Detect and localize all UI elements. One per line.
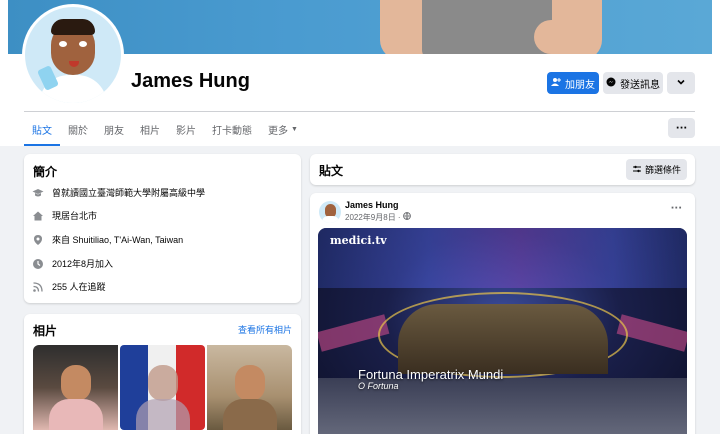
profile-tabs: 貼文 關於 朋友 相片 影片 打卡動態 更多 ▼ xyxy=(24,112,306,146)
intro-hometown: 來自 Shuitiliao, T'Ai-Wan, Taiwan xyxy=(32,233,183,246)
intro-hometown-text: 來自 Shuitiliao, T'Ai-Wan, Taiwan xyxy=(52,235,184,245)
post-date-text: 2022年9月8日 · xyxy=(345,213,403,222)
posts-header-card: 貼文 篩選條件 xyxy=(310,154,695,185)
ellipsis-icon: ··· xyxy=(670,203,682,214)
intro-followers-text: 255 人在追蹤 xyxy=(52,282,106,292)
post-options-button[interactable]: ··· xyxy=(671,203,682,214)
tab-more[interactable]: 更多 ▼ xyxy=(260,112,306,146)
photo-thumbnail[interactable] xyxy=(120,345,205,430)
education-icon xyxy=(32,187,44,199)
tab-friends[interactable]: 朋友 xyxy=(96,112,132,146)
add-user-icon xyxy=(551,77,561,90)
post-date[interactable]: 2022年9月8日 · xyxy=(345,212,411,223)
photos-card: 相片 查看所有相片 xyxy=(24,314,301,434)
media-title: Fortuna Imperatrix Mundi xyxy=(358,367,504,382)
add-friend-button[interactable]: 加朋友 xyxy=(547,72,599,94)
filter-label: 篩選條件 xyxy=(644,165,681,175)
chevron-down-icon xyxy=(676,77,686,90)
tab-checkins[interactable]: 打卡動態 xyxy=(204,112,260,146)
intro-joined-text: 2012年8月加入 xyxy=(52,259,114,269)
caret-down-icon: ▼ xyxy=(291,125,298,133)
profile-avatar[interactable] xyxy=(22,4,124,106)
home-icon xyxy=(32,210,44,222)
clock-icon xyxy=(32,258,44,270)
intro-card: 簡介 曾就讀國立臺灣師範大學附屬高級中學 現居台北市 來自 Shuitiliao… xyxy=(24,154,301,303)
intro-current-city: 現居台北市 xyxy=(32,209,97,222)
intro-education-text: 曾就讀國立臺灣師範大學附屬高級中學 xyxy=(52,188,206,198)
profile-dropdown-button[interactable] xyxy=(667,72,695,94)
filter-button[interactable]: 篩選條件 xyxy=(626,159,687,180)
profile-name: James Hung xyxy=(131,70,250,92)
tab-photos[interactable]: 相片 xyxy=(132,112,168,146)
tab-videos[interactable]: 影片 xyxy=(168,112,204,146)
media-logo: medici.tv xyxy=(330,234,387,247)
profile-header: James Hung 加朋友 發送訊息 貼文 關於 朋友 相片 影片 打卡動態 … xyxy=(0,0,720,146)
messenger-icon xyxy=(606,77,616,90)
post-author-avatar[interactable] xyxy=(319,201,341,223)
tab-about[interactable]: 關於 xyxy=(60,112,96,146)
intro-joined: 2012年8月加入 xyxy=(32,257,113,270)
location-icon xyxy=(32,234,44,246)
photo-thumbnail[interactable] xyxy=(207,345,292,430)
more-options-button[interactable]: ··· xyxy=(668,118,695,138)
media-subtitle: O Fortuna xyxy=(358,381,399,391)
post-video[interactable]: medici.tv Fortuna Imperatrix Mundi O For… xyxy=(318,228,687,434)
message-button[interactable]: 發送訊息 xyxy=(603,72,663,94)
filter-icon xyxy=(632,164,642,176)
rss-icon xyxy=(32,281,44,293)
intro-title: 簡介 xyxy=(33,165,58,179)
post-author-name[interactable]: James Hung xyxy=(345,200,399,210)
add-friend-label: 加朋友 xyxy=(565,79,595,91)
intro-followers[interactable]: 255 人在追蹤 xyxy=(32,280,106,293)
globe-icon xyxy=(402,212,411,222)
photos-title: 相片 xyxy=(33,324,58,338)
photo-thumbnail[interactable] xyxy=(33,345,118,430)
see-all-photos-link[interactable]: 查看所有相片 xyxy=(238,323,292,336)
posts-title: 貼文 xyxy=(319,164,344,178)
message-label: 發送訊息 xyxy=(620,79,660,91)
intro-city-text: 現居台北市 xyxy=(52,211,98,221)
post-card: James Hung 2022年9月8日 · ··· medici.tv For… xyxy=(310,193,695,434)
tab-posts[interactable]: 貼文 xyxy=(24,112,60,146)
intro-education: 曾就讀國立臺灣師範大學附屬高級中學 xyxy=(32,186,205,199)
ellipsis-icon: ··· xyxy=(675,122,688,134)
tab-more-label: 更多 xyxy=(268,125,288,137)
